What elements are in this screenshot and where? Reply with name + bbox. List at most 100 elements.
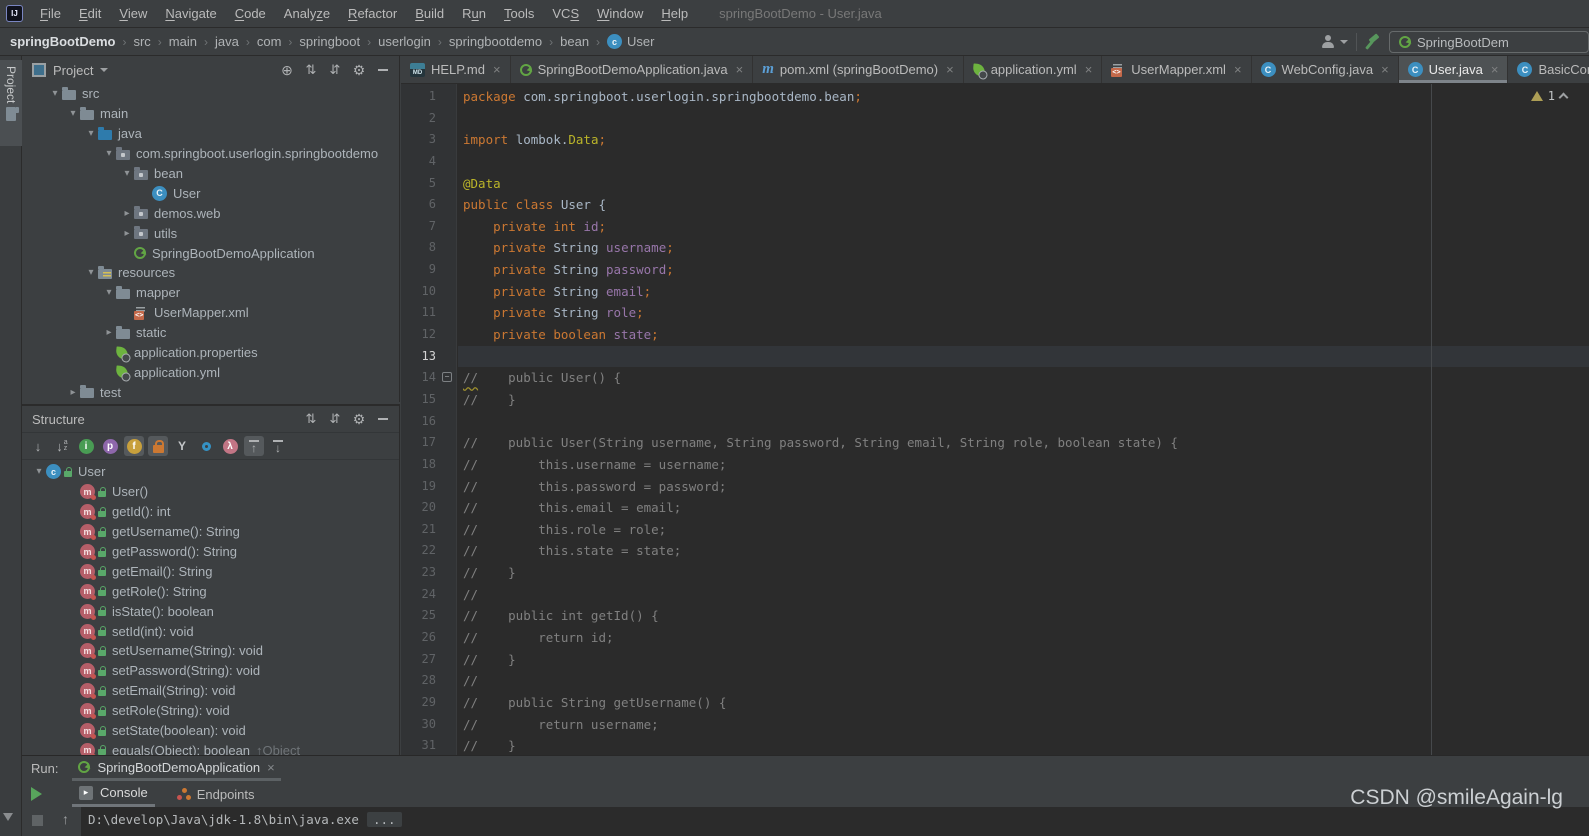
structure-item-getemail-string[interactable]: m getEmail(): String [22, 561, 399, 581]
scroll-up-icon[interactable]: ↑ [62, 811, 69, 827]
expand-all-icon[interactable] [301, 60, 321, 80]
structure-item-getrole-string[interactable]: m getRole(): String [22, 581, 399, 601]
structure-item-user-[interactable]: m User() [22, 482, 399, 502]
chevron-right-icon[interactable]: ▸ [120, 208, 134, 219]
project-tree-item-application-properties[interactable]: application.properties [22, 343, 399, 363]
lambda-icon[interactable]: λ [220, 436, 240, 456]
chevron-right-icon[interactable]: ▸ [120, 228, 134, 239]
sort-alpha-icon[interactable]: ↓ a z [52, 436, 72, 456]
close-icon[interactable]: × [946, 62, 954, 77]
tab-console[interactable]: ▸ Console [72, 781, 155, 807]
project-stripe-button[interactable]: Project [0, 60, 22, 146]
users-dropdown-icon[interactable] [1340, 40, 1348, 44]
breadcrumb-item[interactable]: springbootdemo [449, 34, 542, 49]
structure-item-user[interactable]: ▾ c User [22, 462, 399, 482]
run-config-tab[interactable]: SpringBootDemoApplication × [72, 756, 281, 781]
project-tree-item-test[interactable]: ▸ test [22, 382, 399, 402]
anonymous-icon[interactable]: Y [172, 436, 192, 456]
project-tree-item-user[interactable]: C User [22, 183, 399, 203]
run-configuration-combo[interactable]: SpringBootDem [1389, 31, 1589, 53]
close-icon[interactable]: × [493, 62, 501, 77]
chevron-down-icon[interactable]: ▾ [102, 287, 116, 298]
chevron-up-icon[interactable] [1558, 92, 1569, 103]
editor-tab-help-md[interactable]: MD HELP.md × [401, 56, 511, 83]
breadcrumb-item[interactable]: springBootDemo [10, 34, 115, 49]
ring-icon[interactable] [196, 436, 216, 456]
close-icon[interactable]: × [1234, 62, 1242, 77]
project-tree-item-static[interactable]: ▸ static [22, 323, 399, 343]
structure-item-setemail-string-void[interactable]: m setEmail(String): void [22, 681, 399, 701]
structure-item-setrole-string-void[interactable]: m setRole(String): void [22, 701, 399, 721]
structure-item-equals-object-boolean[interactable]: m equals(Object): boolean ↑Object [22, 740, 399, 755]
chevron-down-icon[interactable]: ▾ [32, 466, 46, 477]
collapse-all-icon[interactable] [325, 409, 345, 429]
breadcrumb-item[interactable]: bean [560, 34, 589, 49]
close-icon[interactable]: × [1491, 62, 1499, 77]
structure-item-setstate-boolean-void[interactable]: m setState(boolean): void [22, 721, 399, 741]
run-stripe-icon[interactable] [3, 813, 13, 821]
sort-visibility-icon[interactable]: ↓ [28, 436, 48, 456]
project-tree-item-demos-web[interactable]: ▸ demos.web [22, 203, 399, 223]
breadcrumb-item[interactable]: springboot [299, 34, 360, 49]
editor-tab-springbootdemoapplication-java[interactable]: SpringBootDemoApplication.java × [511, 56, 754, 83]
breadcrumb-item[interactable]: src [133, 34, 150, 49]
close-icon[interactable]: × [267, 760, 275, 775]
inspections-widget[interactable]: 1 [1530, 89, 1569, 103]
rerun-button[interactable] [31, 787, 42, 801]
menu-item-run[interactable]: Run [453, 0, 495, 28]
editor-tab-user-java[interactable]: C User.java × [1398, 56, 1509, 83]
hide-icon[interactable] [373, 60, 393, 80]
stop-button[interactable] [32, 815, 43, 826]
project-tree-item-mapper[interactable]: ▾ mapper [22, 283, 399, 303]
breadcrumb-item[interactable]: userlogin [378, 34, 431, 49]
hide-icon[interactable] [373, 409, 393, 429]
menu-item-help[interactable]: Help [652, 0, 697, 28]
chevron-down-icon[interactable]: ▾ [84, 128, 98, 139]
structure-item-setpassword-string-void[interactable]: m setPassword(String): void [22, 661, 399, 681]
console-fold-ellipsis[interactable]: ... [366, 812, 402, 827]
menu-item-file[interactable]: File [31, 0, 70, 28]
structure-item-isstate-boolean[interactable]: m isState(): boolean [22, 601, 399, 621]
chevron-down-icon[interactable]: ▾ [48, 88, 62, 99]
editor-tab-usermapper-xml[interactable]: UserMapper.xml × [1102, 56, 1252, 83]
project-tree-item-bean[interactable]: ▾ bean [22, 164, 399, 184]
breadcrumb-item[interactable]: com [257, 34, 282, 49]
project-panel-title[interactable]: Project [53, 63, 93, 78]
chevron-down-icon[interactable] [100, 68, 109, 72]
project-tree-item-springbootdemoapplication[interactable]: SpringBootDemoApplication [22, 243, 399, 263]
chevron-down-icon[interactable]: ▾ [84, 267, 98, 278]
editor-tab-application-yml[interactable]: application.yml × [964, 56, 1103, 83]
project-tree-item-main[interactable]: ▾ main [22, 104, 399, 124]
scroll-to-source-icon[interactable]: ↑ [244, 436, 264, 456]
project-tree-item-com-springboot-userlogin-springbootdemo[interactable]: ▾ com.springboot.userlogin.springbootdemo [22, 144, 399, 164]
menu-item-vcs[interactable]: VCS [543, 0, 588, 28]
structure-item-getid-int[interactable]: m getId(): int [22, 502, 399, 522]
project-tree-item-utils[interactable]: ▸ utils [22, 223, 399, 243]
build-hammer-icon[interactable] [1365, 34, 1381, 50]
menu-item-tools[interactable]: Tools [495, 0, 543, 28]
close-icon[interactable]: × [736, 62, 744, 77]
locate-icon[interactable] [277, 60, 297, 80]
structure-item-setusername-string-void[interactable]: m setUsername(String): void [22, 641, 399, 661]
chevron-down-icon[interactable]: ▾ [102, 148, 116, 159]
project-tree-item-java[interactable]: ▾ java [22, 124, 399, 144]
scroll-from-source-icon[interactable]: ↓ [268, 436, 288, 456]
breadcrumb-current[interactable]: c User [607, 34, 655, 49]
console-output[interactable]: ↑ D:\develop\Java\jdk-1.8\bin\java.exe .… [22, 807, 1589, 836]
project-tree-item-src[interactable]: ▾ src [22, 84, 399, 104]
menu-item-navigate[interactable]: Navigate [156, 0, 225, 28]
structure-item-setid-int-void[interactable]: m setId(int): void [22, 621, 399, 641]
nonpublic-icon[interactable] [148, 436, 168, 456]
fold-marker-icon[interactable]: − [442, 372, 452, 383]
chevron-right-icon[interactable]: ▸ [102, 327, 116, 338]
menu-item-analyze[interactable]: Analyze [275, 0, 339, 28]
chevron-down-icon[interactable]: ▾ [66, 108, 80, 119]
collapse-all-icon[interactable] [325, 60, 345, 80]
chevron-right-icon[interactable]: ▸ [66, 387, 80, 398]
close-icon[interactable]: × [1085, 62, 1093, 77]
structure-item-getusername-string[interactable]: m getUsername(): String [22, 522, 399, 542]
tab-endpoints[interactable]: Endpoints [169, 781, 262, 807]
expand-all-icon[interactable] [301, 409, 321, 429]
menu-item-window[interactable]: Window [588, 0, 652, 28]
structure-item-getpassword-string[interactable]: m getPassword(): String [22, 542, 399, 562]
